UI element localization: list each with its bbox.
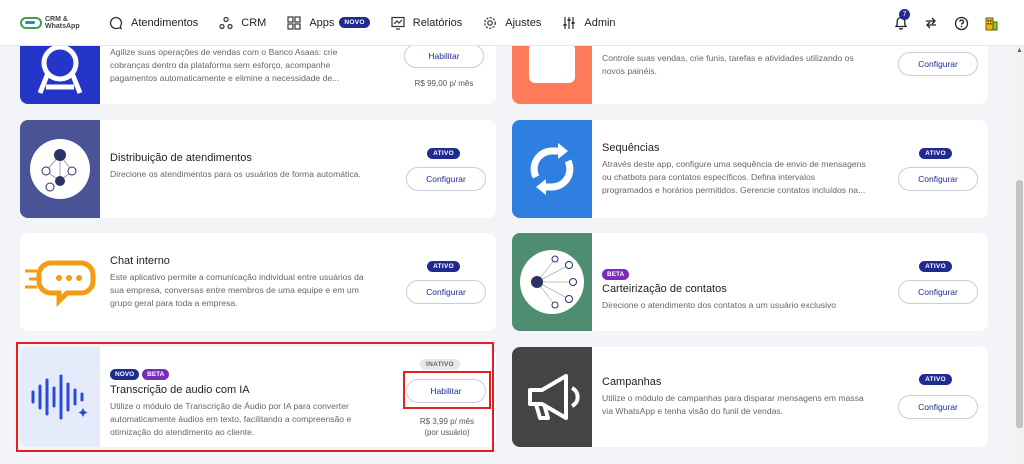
chat-icon: [108, 15, 124, 31]
card-actions: Habilitar R$ 99,00 p/ mês: [376, 38, 496, 104]
card-actions: ATIVO Configurar: [376, 120, 496, 218]
nav-ajustes[interactable]: Ajustes: [482, 15, 541, 31]
card-title: Campanhas: [602, 376, 662, 388]
app-card-distribuicao: Distribuição de atendimentos Direcione o…: [20, 120, 496, 218]
card-price: R$ 99,00 p/ mês: [414, 79, 474, 88]
sliders-icon: [561, 15, 577, 31]
configurar-button[interactable]: Configurar: [898, 52, 978, 76]
status-badge: ATIVO: [427, 261, 460, 272]
nav-admin[interactable]: Admin: [561, 15, 616, 31]
scroll-up-arrow-icon[interactable]: ▲: [1016, 47, 1023, 54]
card-title: Chat interno: [110, 255, 170, 267]
card-body: BETA Carteirização de contatos Direcione…: [602, 263, 868, 312]
card-description: Direcione o atendimento dos contatos a u…: [602, 300, 837, 310]
distribuicao-thumbnail: [20, 120, 100, 218]
configurar-button[interactable]: Configurar: [406, 167, 486, 191]
card-body: Controle suas vendas, crie funis, tarefa…: [602, 52, 868, 78]
notification-count: 7: [899, 9, 910, 20]
building-icon: [985, 17, 997, 30]
status-badge: ATIVO: [919, 374, 952, 385]
nav-relatorios[interactable]: Relatórios: [390, 15, 463, 31]
distribution-icon: [30, 139, 90, 199]
nav-label: Atendimentos: [131, 16, 199, 29]
gear-icon: [482, 15, 498, 31]
notifications-button[interactable]: 7: [890, 9, 912, 34]
habilitar-button[interactable]: Habilitar: [404, 44, 484, 68]
new-badge: NOVO: [339, 17, 370, 28]
company-button[interactable]: [980, 12, 1002, 34]
megaphone-icon: [528, 374, 580, 420]
card-description: Direcione os atendimentos para os usuári…: [110, 169, 361, 179]
card-body: Agilize suas operações de vendas com o B…: [110, 46, 376, 85]
scrollbar-thumb[interactable]: [1016, 180, 1023, 428]
nav-label: Ajustes: [505, 16, 542, 29]
beta-tag: BETA: [602, 269, 630, 280]
app-card-chat-interno: Chat interno Este aplicativo permite a c…: [20, 233, 496, 331]
chat-bubble-icon: [25, 260, 96, 307]
sequence-loop-icon: [530, 143, 574, 195]
nav-label: Admin: [584, 16, 616, 29]
nav-label: CRM: [241, 16, 267, 29]
funis-logo-icon: [529, 43, 575, 83]
asaas-logo-icon: [37, 44, 83, 94]
app-card-asaas: Agilize suas operações de vendas com o B…: [20, 38, 496, 104]
card-description: Através deste app, configure uma sequênc…: [602, 159, 866, 195]
configurar-button[interactable]: Configurar: [898, 167, 978, 191]
card-body: Distribuição de atendimentos Direcione o…: [110, 152, 376, 181]
card-actions: ATIVO Configurar: [868, 120, 988, 218]
crm-icon: [218, 15, 234, 31]
card-title: Distribuição de atendimentos: [110, 152, 252, 164]
card-description: Utilize o módulo de campanhas para dispa…: [602, 393, 864, 416]
reports-icon: [390, 15, 406, 31]
app-card-campanhas: Campanhas Utilize o módulo de campanhas …: [512, 347, 988, 447]
nav-apps[interactable]: Apps NOVO: [286, 15, 370, 31]
card-description: Agilize suas operações de vendas com o B…: [110, 47, 340, 83]
card-description: Controle suas vendas, crie funis, tarefa…: [602, 53, 854, 76]
nav-crm[interactable]: CRM: [218, 15, 266, 31]
highlight-box-button: [403, 371, 491, 409]
campanhas-thumbnail: [512, 347, 592, 447]
status-badge: ATIVO: [427, 148, 460, 159]
funis-thumbnail: [512, 38, 592, 104]
sequencias-thumbnail: [512, 120, 592, 218]
carteirizacao-thumbnail: [512, 233, 592, 331]
asaas-thumbnail: [20, 38, 100, 104]
configurar-button[interactable]: Configurar: [898, 280, 978, 304]
swap-arrows-icon: [926, 17, 936, 29]
swap-button[interactable]: [920, 12, 942, 34]
card-actions: ATIVO Configurar: [868, 347, 988, 447]
status-badge: ATIVO: [919, 261, 952, 272]
app-card-sequencias: Sequências Através deste app, configure …: [512, 120, 988, 218]
nav-label: Apps: [309, 16, 335, 29]
top-right-actions: 7: [882, 9, 1002, 34]
configurar-button[interactable]: Configurar: [898, 395, 978, 419]
help-button[interactable]: [950, 12, 972, 34]
status-badge: ATIVO: [919, 148, 952, 159]
nav-atendimentos[interactable]: Atendimentos: [108, 15, 198, 31]
contacts-network-icon: [520, 250, 584, 314]
card-title: Carteirização de contatos: [602, 283, 727, 295]
logo-mark-icon: [20, 16, 42, 29]
card-description: Este aplicativo permite a comunicação in…: [110, 272, 364, 308]
main-nav: Atendimentos CRM Apps NOVO Relatórios Aj…: [108, 15, 636, 31]
app-card-funis: Controle suas vendas, crie funis, tarefa…: [512, 38, 988, 104]
chat-interno-thumbnail: [20, 233, 100, 331]
top-navbar: CRM & WhatsApp Atendimentos CRM Apps NOV…: [0, 0, 1024, 46]
card-actions: ATIVO Configurar: [376, 233, 496, 331]
card-body: Sequências Através deste app, configure …: [602, 142, 868, 197]
help-icon: [954, 16, 968, 30]
card-body: Campanhas Utilize o módulo de campanhas …: [602, 376, 868, 418]
card-actions: Configurar: [868, 38, 988, 104]
card-title: Sequências: [602, 142, 660, 154]
card-body: Chat interno Este aplicativo permite a c…: [110, 255, 376, 310]
app-card-carteirizacao: BETA Carteirização de contatos Direcione…: [512, 233, 988, 331]
card-actions: ATIVO Configurar: [868, 233, 988, 331]
app-logo[interactable]: CRM & WhatsApp: [20, 16, 100, 30]
configurar-button[interactable]: Configurar: [406, 280, 486, 304]
logo-text: CRM & WhatsApp: [45, 15, 80, 30]
nav-label: Relatórios: [412, 16, 463, 29]
apps-grid-icon: [286, 15, 302, 31]
